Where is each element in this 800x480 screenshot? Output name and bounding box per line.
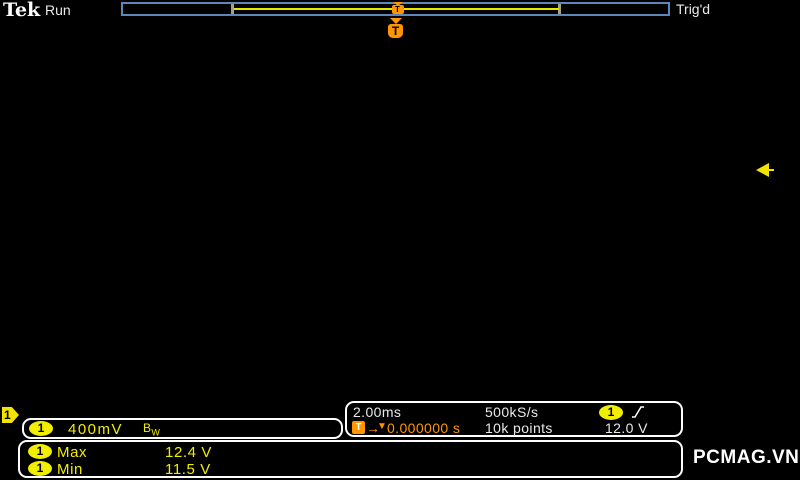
trigger-position-marker: T: [387, 18, 404, 38]
trigger-level-arrow-stub: [769, 169, 774, 171]
channel1-scale: 400mV: [68, 421, 124, 438]
horizontal-trigger-readout-box: 2.00ms 500kS/s 1 T → ▼ 0.000000 s 10k po…: [345, 401, 683, 437]
record-length-readout: 10k points: [485, 420, 553, 436]
sample-rate-readout: 500kS/s: [485, 404, 539, 420]
bandwidth-w: W: [151, 427, 161, 438]
record-trigger-position-marker: T: [390, 2, 405, 14]
channel1-readout-box: 1 400mV BW: [22, 418, 343, 439]
channel1-badge: 1: [28, 444, 52, 459]
record-view-bar: T: [121, 2, 670, 16]
trigger-source-badge: 1: [599, 405, 623, 420]
trigger-t-icon: T: [388, 24, 403, 38]
measurements-panel: 1 Max 12.4 V 1 Min 11.5 V: [18, 440, 683, 478]
trigger-delay-readout: 0.000000 s: [387, 420, 461, 436]
trigger-t-icon: T: [391, 5, 404, 14]
bandwidth-limit-indicator: BW: [143, 421, 160, 437]
measurement-label: Max: [57, 444, 88, 461]
channel1-badge: 1: [29, 421, 53, 436]
trigger-level-arrow-icon: [756, 163, 769, 177]
tek-logo: Tek: [3, 0, 41, 21]
channel1-badge: 1: [28, 461, 52, 476]
acquisition-status: Run: [45, 2, 71, 18]
trigger-caret-icon: ▼: [377, 421, 388, 432]
measurement-value: 12.4 V: [165, 444, 212, 461]
oscilloscope-screen: Tek Run T Trig'd T 1 1 400mV BW 2.00ms 5…: [0, 0, 800, 480]
rising-edge-slope-icon: [632, 406, 644, 418]
trigger-status: Trig'd: [676, 1, 711, 17]
watermark: PCMAG.VN: [693, 447, 800, 468]
timebase-readout: 2.00ms: [353, 404, 402, 420]
measurement-value: 11.5 V: [165, 461, 211, 478]
trigger-level-readout: 12.0 V: [605, 420, 648, 436]
measurement-label: Min: [57, 461, 83, 478]
trigger-t-icon: T: [352, 421, 365, 434]
